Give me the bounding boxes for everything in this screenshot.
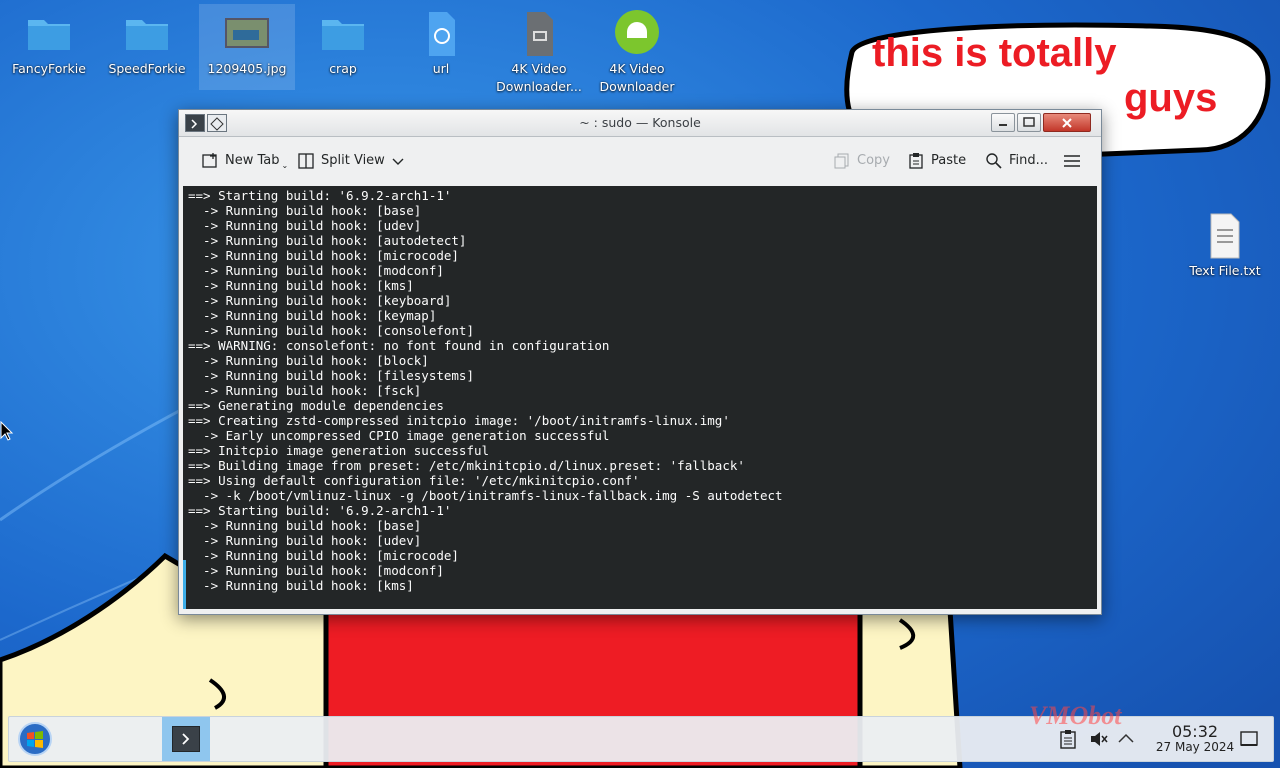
minimize-button[interactable] (991, 113, 1015, 132)
terminal-line: ==> Initcpio image generation successful (188, 443, 490, 458)
taskbar: VMObot 05:32 27 May 2024 (8, 701, 1274, 762)
desktop-icon-label: FancyForkie (12, 61, 86, 76)
windows-logo-icon (18, 722, 52, 756)
clock-date[interactable]: 27 May 2024 (1137, 740, 1253, 754)
terminal-line: -> Running build hook: [kms] (188, 578, 414, 593)
desktop-icon-label: 1209405.jpg (207, 61, 287, 76)
copy-label: Copy (857, 153, 890, 168)
terminal-line: -> Running build hook: [base] (188, 518, 422, 533)
url-file-icon (429, 12, 455, 56)
terminal-line: -> Running build hook: [base] (188, 203, 422, 218)
desktop-icon-label: crap (329, 61, 357, 76)
desktop-icon-4k-archive[interactable]: 4K Video Downloader... (491, 10, 587, 96)
volume-muted-icon[interactable] (1089, 729, 1109, 749)
bubble-line-2: guys (1124, 76, 1218, 120)
terminal-line: ==> Starting build: '6.9.2-arch1-1' (188, 188, 452, 203)
paste-label: Paste (931, 153, 967, 168)
terminal-app-icon[interactable] (185, 114, 205, 132)
desktop-icon-label: url (432, 61, 450, 76)
split-view-button[interactable]: Split View (297, 149, 405, 173)
chevron-down-icon (392, 158, 404, 165)
terminal-focus-indicator (183, 560, 186, 609)
terminal-line: ==> Using default configuration file: '/… (188, 473, 640, 488)
terminal-line: -> Running build hook: [filesystems] (188, 368, 474, 383)
new-tab-icon (202, 153, 217, 168)
terminal-line: ==> Starting build: '6.9.2-arch1-1' (188, 503, 452, 518)
desktop-icon-crap[interactable]: crap (295, 10, 391, 78)
text-file-icon (1210, 213, 1240, 259)
konsole-toolbar: New Tab ⌄ Split View Copy Paste Find... (179, 137, 1101, 185)
terminal-line: -> Running build hook: [udev] (188, 218, 422, 233)
folder-icon (28, 20, 70, 50)
terminal-line: -> Running build hook: [fsck] (188, 383, 422, 398)
terminal-line: -> Running build hook: [autodetect] (188, 233, 467, 248)
hamburger-menu-icon (1064, 155, 1080, 167)
hamburger-menu-button[interactable] (1063, 149, 1081, 173)
split-view-label: Split View (321, 153, 385, 168)
terminal-line: -> Early uncompressed CPIO image generat… (188, 428, 610, 443)
folder-icon (126, 20, 168, 50)
copy-icon (834, 153, 849, 169)
clock-time[interactable]: 05:32 (1147, 722, 1243, 741)
paste-icon (909, 153, 923, 169)
desktop-icon-fancyforkie[interactable]: FancyForkie (1, 10, 97, 78)
taskbar-konsole-button[interactable] (162, 717, 210, 761)
mouse-cursor-icon (0, 421, 14, 441)
terminal-app-icon (182, 733, 190, 745)
desktop-icon-label: 4K Video Downloader (599, 61, 675, 94)
chevron-down-icon: ⌄ (281, 161, 289, 170)
search-icon (986, 153, 1002, 169)
window-title: ~ : sudo — Konsole (579, 115, 701, 130)
find-button[interactable]: Find... (985, 149, 1048, 173)
terminal-line: -> -k /boot/vmlinuz-linux -g /boot/initr… (188, 488, 783, 503)
terminal-line: -> Running build hook: [kms] (188, 278, 414, 293)
terminal-line: -> Running build hook: [modconf] (188, 263, 444, 278)
desktop-icon-label: 4K Video Downloader... (496, 61, 582, 94)
desktop-icon-label: SpeedForkie (108, 61, 186, 76)
desktop-icon-url[interactable]: url (393, 10, 489, 78)
terminal-line: -> Running build hook: [keymap] (188, 308, 437, 323)
watermark: VMObot (1029, 701, 1122, 730)
terminal-line: ==> Building image from preset: /etc/mki… (188, 458, 745, 473)
window-titlebar[interactable]: ~ : sudo — Konsole (179, 110, 1101, 137)
desktop-icon-text-file[interactable]: Text File.txt (1177, 212, 1273, 280)
chevron-up-icon[interactable] (1117, 730, 1135, 748)
terminal-lines: ==> Starting build: '6.9.2-arch1-1' -> R… (188, 188, 1097, 593)
find-label: Find... (1009, 153, 1049, 168)
desktop-icon-label: Text File.txt (1189, 263, 1261, 278)
terminal-line: -> Running build hook: [block] (188, 353, 429, 368)
konsole-window[interactable]: ~ : sudo — Konsole New Tab ⌄ Split View … (178, 109, 1102, 615)
app-icon (615, 10, 659, 54)
desktop-icon-image[interactable]: 1209405.jpg (199, 4, 295, 90)
new-tab-label: New Tab (225, 153, 280, 168)
new-tab-button[interactable]: New Tab ⌄ (201, 149, 288, 173)
image-file-icon (225, 18, 269, 48)
terminal-line: ==> Generating module dependencies (188, 398, 444, 413)
terminal-line: -> Running build hook: [modconf] (188, 563, 444, 578)
show-desktop-icon[interactable] (1239, 729, 1259, 749)
paste-button[interactable]: Paste (907, 149, 966, 173)
terminal-line: -> Running build hook: [udev] (188, 533, 422, 548)
bubble-line-1: this is totally (872, 31, 1117, 75)
terminal-line: -> Running build hook: [consolefont] (188, 323, 474, 338)
start-menu-button[interactable] (17, 721, 53, 757)
maximize-button[interactable] (1017, 113, 1041, 132)
clipboard-icon[interactable] (1059, 729, 1077, 749)
window-menu-icon[interactable] (207, 114, 227, 132)
copy-button[interactable]: Copy (833, 149, 890, 173)
desktop-icon-speedforkie[interactable]: SpeedForkie (99, 10, 195, 78)
terminal-line: -> Running build hook: [keyboard] (188, 293, 452, 308)
terminal-line: ==> WARNING: consolefont: no font found … (188, 338, 610, 353)
archive-file-icon (527, 12, 553, 56)
desktop-icon-4k-app[interactable]: 4K Video Downloader (589, 10, 685, 96)
terminal-line: -> Running build hook: [microcode] (188, 548, 459, 563)
folder-icon (322, 20, 364, 50)
terminal-line: -> Running build hook: [microcode] (188, 248, 459, 263)
split-view-icon (298, 153, 314, 169)
close-button[interactable] (1043, 113, 1091, 132)
terminal-line: ==> Creating zstd-compressed initcpio im… (188, 413, 730, 428)
terminal-output[interactable]: ==> Starting build: '6.9.2-arch1-1' -> R… (183, 186, 1097, 609)
